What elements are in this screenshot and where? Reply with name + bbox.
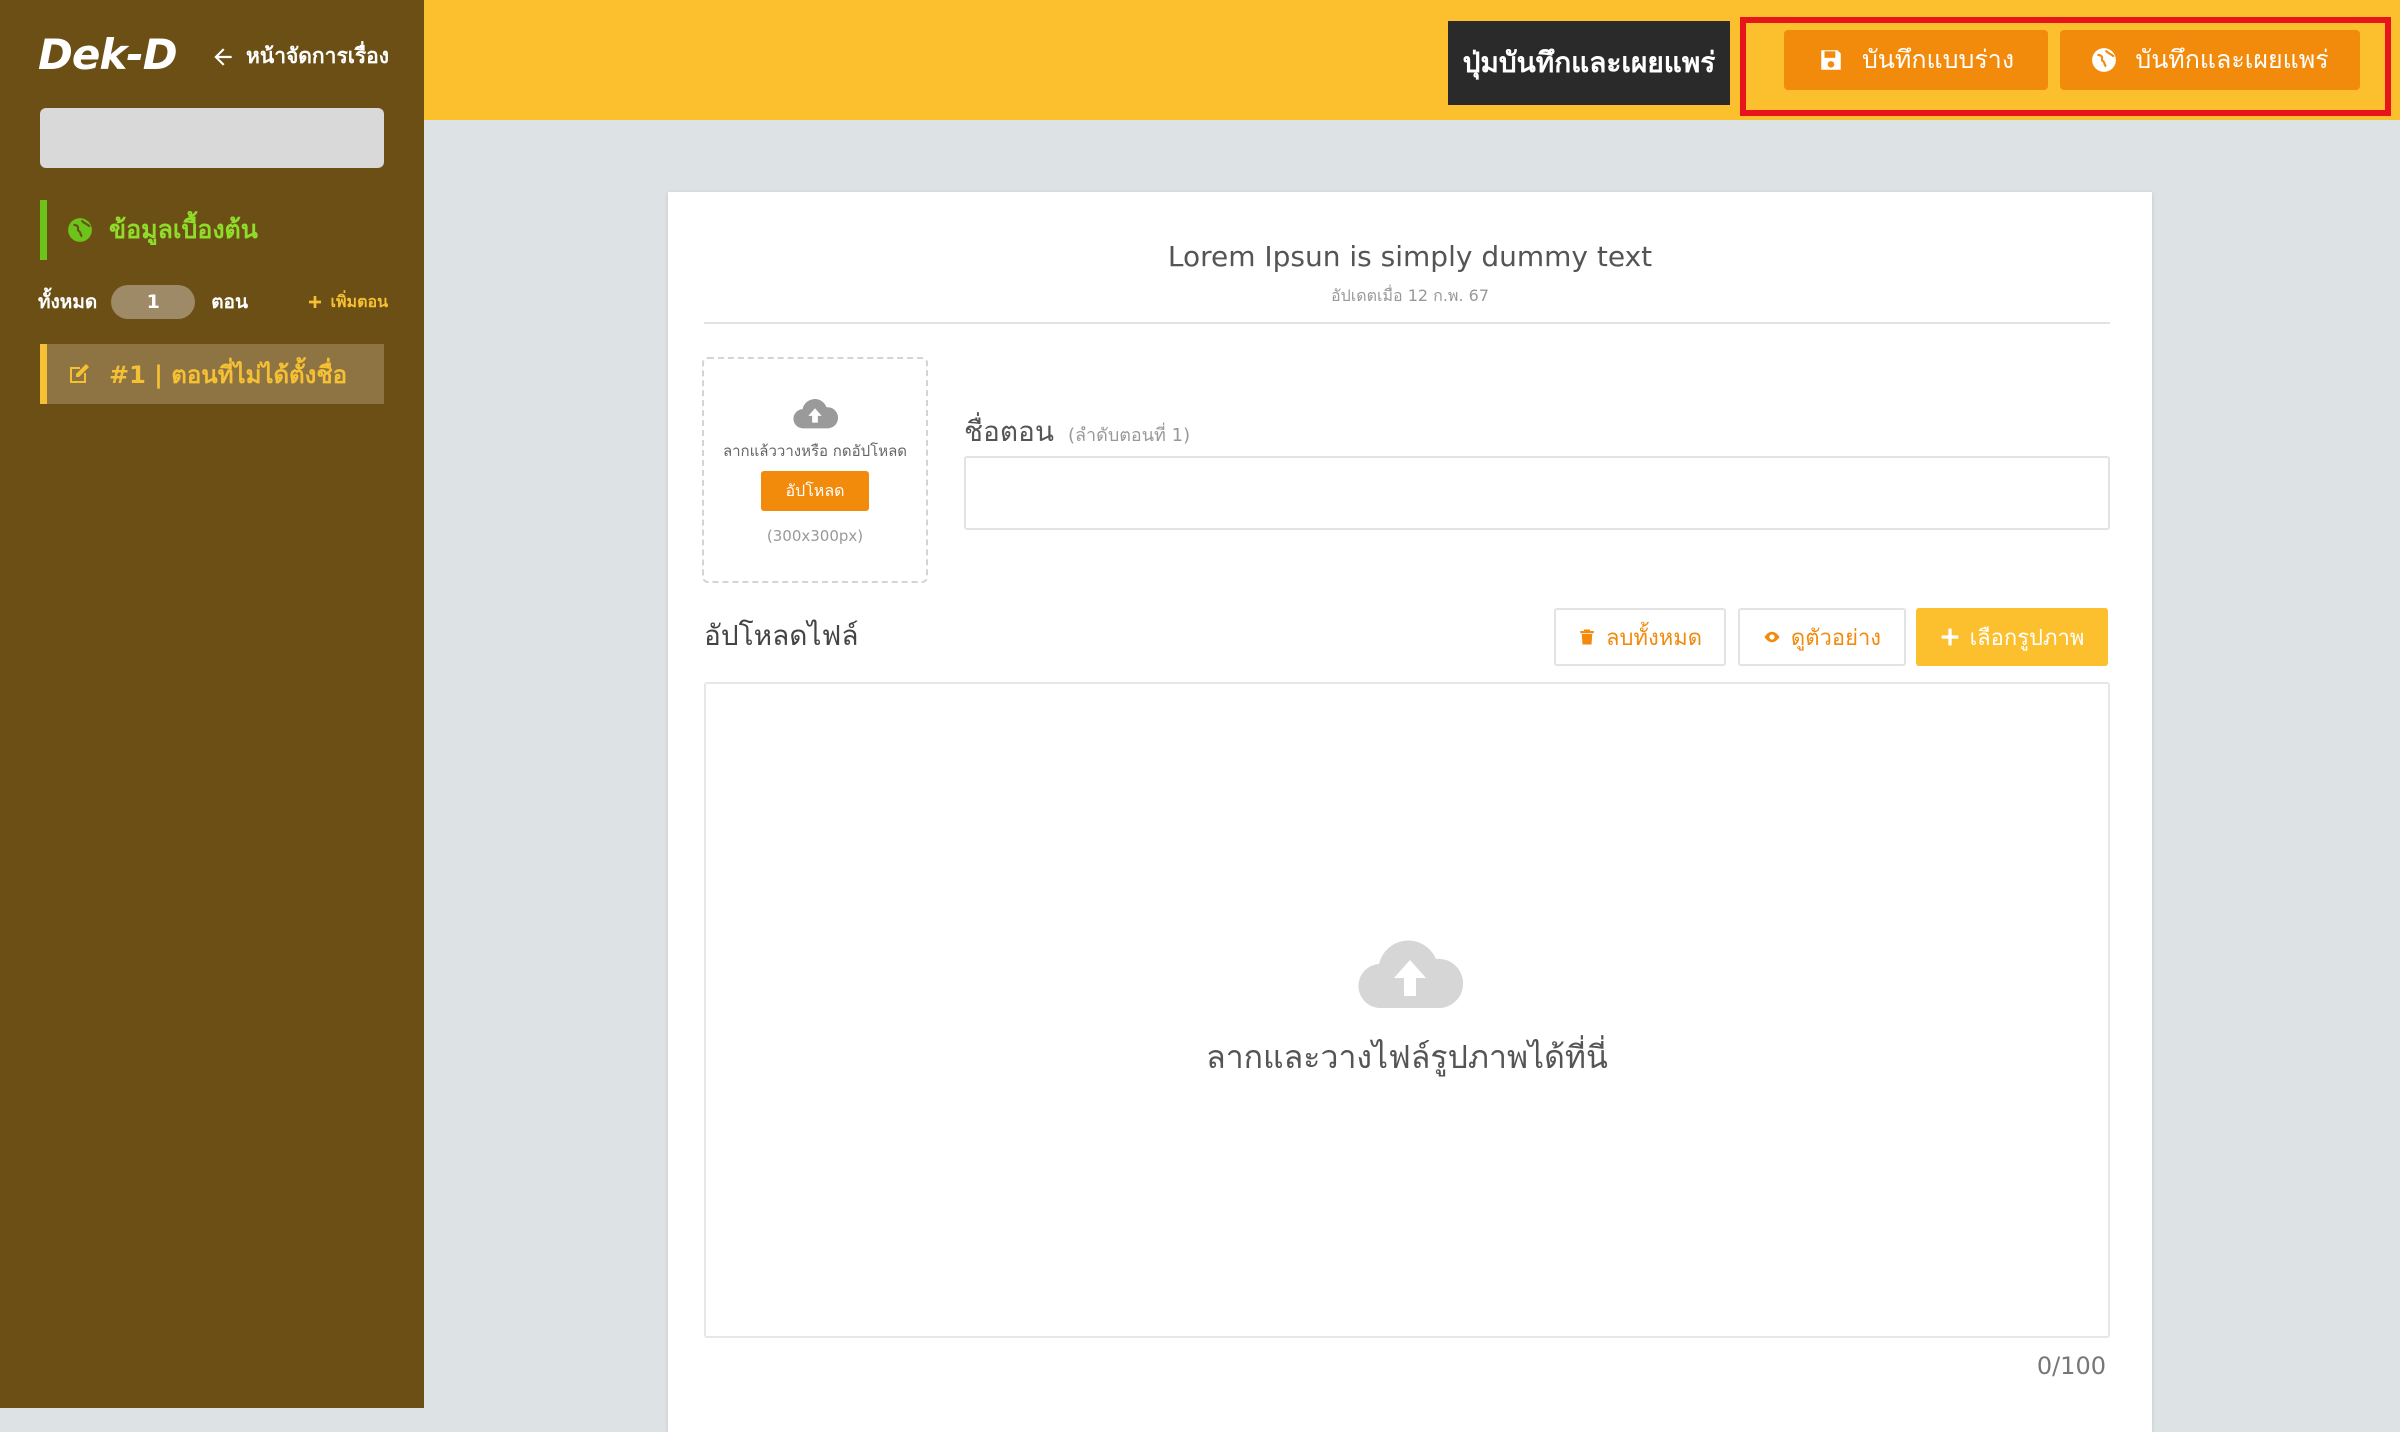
back-to-story-link[interactable]: หน้าจัดการเรื่อง [210, 40, 389, 73]
globe-icon [68, 218, 92, 242]
floppy-disk-icon [1821, 50, 1841, 70]
chapter-unit-label: ตอน [211, 291, 248, 313]
save-publish-button[interactable]: บันทึกและเผยแพร่ [2060, 30, 2360, 90]
cover-upload-hint: ลากแล้ววางหรือ กดอัปโหลด [722, 442, 908, 460]
dropzone-hint: ลากและวางไฟล์รูปภาพได้ที่นี่ [1206, 1038, 1608, 1076]
eye-icon [1764, 631, 1780, 643]
arrow-left-icon [214, 47, 232, 66]
edit-icon [70, 364, 89, 383]
preview-button[interactable]: ดูตัวอย่าง [1738, 608, 1906, 666]
sidebar: Dek-D หน้าจัดการเรื่อง ข้อมูลเบื้องต้น ท… [0, 0, 424, 1408]
chapter-count-badge: 1 [111, 285, 196, 319]
chapter-item-label: #1 | ตอนที่ไม่ได้ตั้งชื่อ [109, 360, 348, 389]
save-draft-label: บันทึกแบบร่าง [1861, 45, 2015, 74]
cover-image-upload[interactable]: ลากแล้ววางหรือ กดอัปโหลด อัปโหลด (300x30… [702, 357, 928, 583]
back-link-label: หน้าจัดการเรื่อง [246, 44, 390, 68]
cover-upload-button[interactable]: อัปโหลด [761, 471, 869, 511]
trash-icon [1580, 629, 1594, 645]
chapter-order-hint: (ลำดับตอนที่ 1) [1067, 425, 1191, 446]
globe-icon [2092, 48, 2117, 72]
sidebar-item-basic-info[interactable]: ข้อมูลเบื้องต้น [40, 200, 384, 260]
plus-icon [308, 296, 321, 308]
chapter-name-input[interactable] [964, 456, 2110, 530]
delete-all-button[interactable]: ลบทั้งหมด [1554, 608, 1726, 666]
add-chapter-label: เพิ่มตอน [330, 291, 389, 311]
title-divider [704, 322, 2110, 324]
dekd-logo[interactable]: Dek-D [38, 30, 178, 79]
save-publish-label: บันทึกและเผยแพร่ [2135, 45, 2329, 74]
image-dropzone[interactable]: ลากและวางไฟล์รูปภาพได้ที่นี่ [704, 682, 2110, 1338]
plus-icon [1941, 628, 1958, 646]
preview-label: ดูตัวอย่าง [1790, 625, 1882, 651]
delete-all-label: ลบทั้งหมด [1606, 625, 1702, 651]
story-updated-date: อัปเดตเมื่อ 12 ก.พ. 67 [1330, 286, 1490, 305]
chapter-name-text: ชื่อตอน [964, 415, 1054, 448]
basic-info-label: ข้อมูลเบื้องต้น [109, 215, 258, 244]
chapter-editor-card: Lorem Ipsun is simply dummy text อัปเดตเ… [668, 192, 2152, 1432]
sidebar-item-chapter-1[interactable]: #1 | ตอนที่ไม่ได้ตั้งชื่อ [40, 344, 384, 404]
sidebar-search-box[interactable] [40, 108, 384, 168]
story-title: Lorem Ipsun is simply dummy text [1167, 240, 1653, 273]
chapter-count-row: ทั้งหมด 1 ตอน เพิ่มตอน [38, 284, 388, 320]
annotation-label: ปุ่มบันทึกและเผยแพร่ [1448, 21, 1730, 105]
cloud-upload-icon [793, 399, 838, 429]
save-draft-button[interactable]: บันทึกแบบร่าง [1784, 30, 2048, 90]
choose-image-button[interactable]: เลือกรูปภาพ [1916, 608, 2108, 666]
chapter-name-label: ชื่อตอน (ลำดับตอนที่ 1) [964, 410, 1190, 454]
upload-files-title: อัปโหลดไฟล์ [704, 619, 859, 652]
cover-size-hint: (300x300px) [766, 527, 864, 545]
file-count: 0/100 [2036, 1352, 2106, 1380]
cloud-upload-icon [1358, 940, 1464, 1009]
add-chapter-button[interactable]: เพิ่มตอน [307, 290, 389, 315]
total-label: ทั้งหมด [38, 291, 98, 313]
choose-image-label: เลือกรูปภาพ [1969, 625, 2085, 651]
